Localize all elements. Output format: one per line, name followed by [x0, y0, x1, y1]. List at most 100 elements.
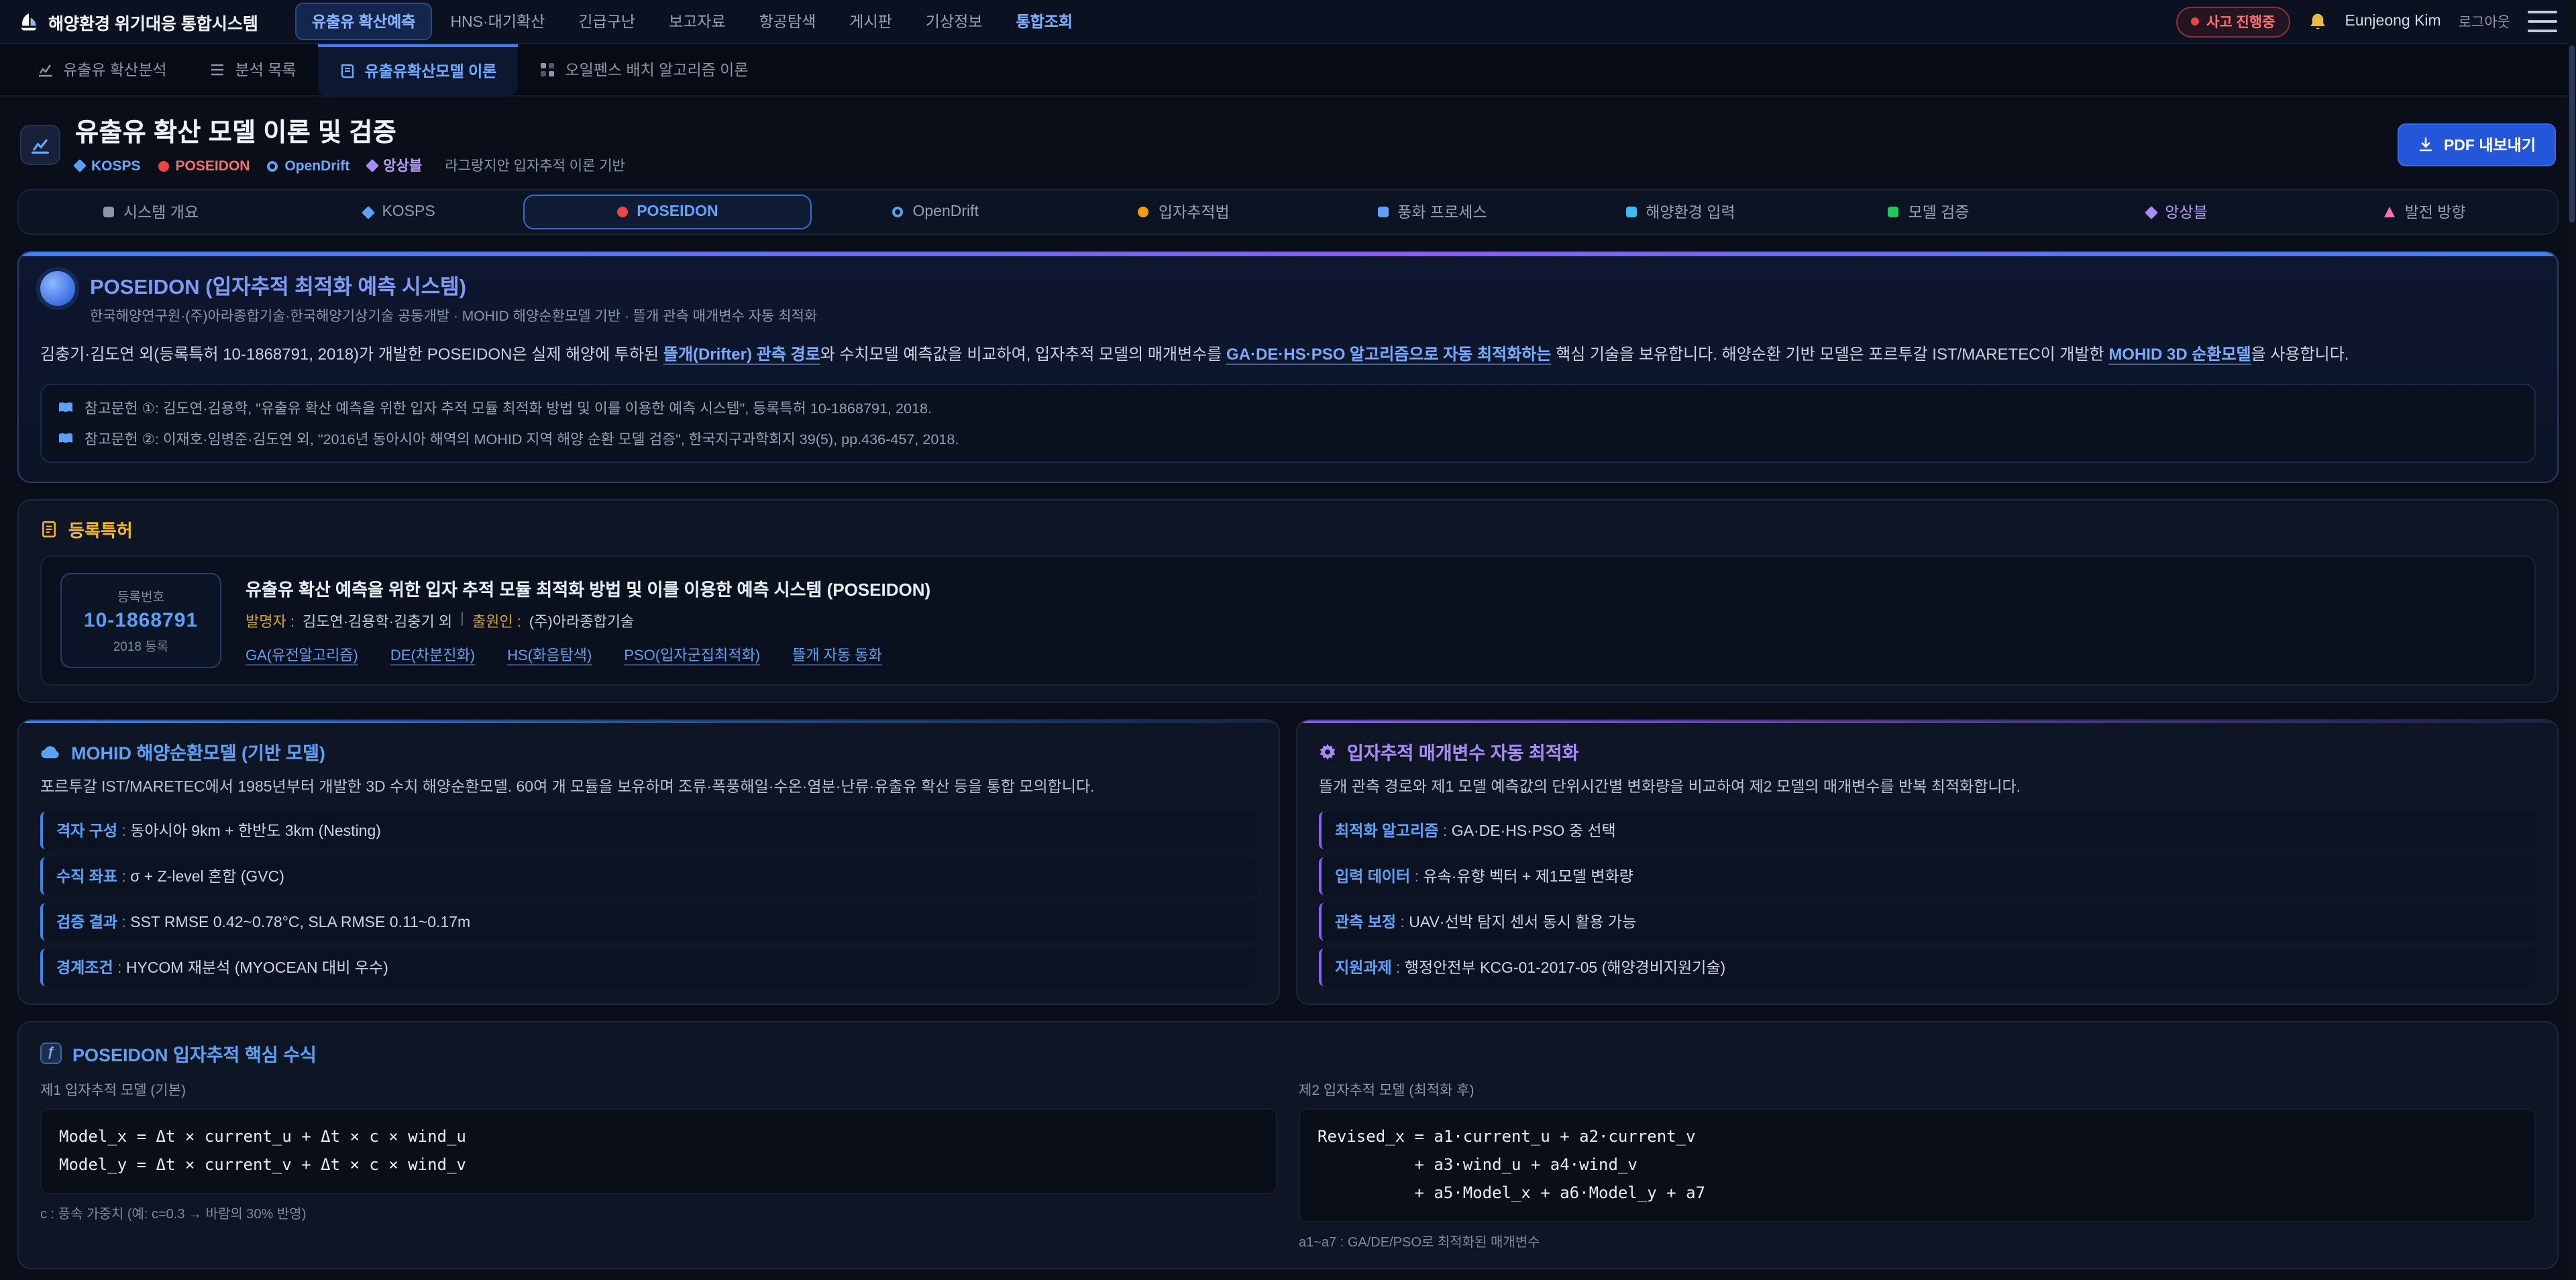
bell-icon[interactable]: [2308, 11, 2328, 32]
incident-status-badge[interactable]: 사고 진행중: [2176, 6, 2290, 37]
section-tab-overview[interactable]: 시스템 개요: [27, 191, 275, 233]
optimization-spec-list: 최적화 알고리즘GA·DE·HS·PSO 중 선택 입력 데이터유속·유향 벡터…: [1319, 812, 2536, 986]
tag-hs[interactable]: HS(화음탐색): [507, 645, 592, 666]
reference-item: 참고문헌 ②: 이재호·임병준·김도연 외, "2016년 동아시아 해역의 M…: [58, 429, 2518, 450]
badge-row: KOSPS POSEIDON OpenDrift 앙상블 라그랑지안 입자추적 …: [75, 156, 625, 176]
formula-title: POSEIDON 입자추적 핵심 수식: [72, 1040, 317, 1067]
opendrift-ring-icon: [893, 207, 904, 217]
section-tab-ocean-input[interactable]: 해양환경 입력: [1556, 191, 1805, 233]
reference-text: 참고문헌 ①: 김도연·김용학, "유출유 확산 예측을 위한 입자 추적 모듈…: [85, 398, 932, 419]
section-tab-poseidon[interactable]: POSEIDON: [523, 195, 812, 229]
ocean-input-icon: [1625, 207, 1636, 217]
page-title: 유출유 확산 모델 이론 및 검증: [75, 113, 625, 149]
book-icon: [58, 431, 74, 447]
section-tab-ensemble[interactable]: 앙상블: [2053, 191, 2301, 233]
formula-model1-label: 제1 입자추적 모델 (기본): [40, 1080, 1277, 1100]
patent-meta: 발명자 : 김도연·김용학·김충기 외 | 출원인 : (주)아라종합기술: [246, 611, 930, 633]
highlight-optimization-algorithms: GA·DE·HS·PSO 알고리즘으로 자동 최적화하는: [1226, 345, 1551, 364]
tab-oilfence-algorithm-theory[interactable]: 오일펜스 배치 알고리즘 이론: [518, 44, 769, 95]
badge-ensemble: 앙상블: [367, 156, 422, 176]
main-content: 유출유 확산 모델 이론 및 검증 KOSPS POSEIDON OpenDri…: [0, 113, 2576, 1280]
section-tab-validation[interactable]: 모델 검증: [1805, 191, 2053, 233]
registration-label: 등록번호: [70, 587, 212, 606]
scrollbar-thumb[interactable]: [2569, 46, 2575, 223]
inventors: 김도연·김용학·김충기 외: [303, 611, 452, 633]
app-viewport: 해양환경 위기대응 통합시스템 유출유 확산예측 HNS·대기확산 긴급구난 보…: [0, 0, 2576, 1280]
topbar-right: 사고 진행중 Eunjeong Kim 로그아웃: [2176, 6, 2557, 37]
user-name: Eunjeong Kim: [2345, 13, 2441, 30]
nav-item-board[interactable]: 게시판: [835, 4, 907, 39]
spec-row-observation: 관측 보정UAV·선박 탐지 센서 동시 활용 가능: [1319, 903, 2536, 941]
scrollbar[interactable]: [2568, 0, 2576, 1280]
applicant: (주)아라종합기술: [529, 611, 634, 633]
poseidon-header: POSEIDON (입자추적 최적화 예측 시스템) 한국해양연구원·(주)아라…: [40, 271, 2536, 326]
section-tab-future[interactable]: 발전 방향: [2301, 191, 2549, 233]
badge-opendrift: OpenDrift: [267, 158, 350, 174]
highlight-drifter-path: 뜰개(Drifter) 관측 경로: [663, 345, 820, 364]
section-tab-kosps[interactable]: KOSPS: [275, 191, 523, 233]
nav-item-hns-atmosphere[interactable]: HNS·대기확산: [435, 4, 559, 39]
spec-row-grid: 격자 구성동아시아 9km + 한반도 3km (Nesting): [40, 812, 1257, 849]
badge-poseidon: POSEIDON: [158, 158, 250, 174]
mohid-description: 포르투갈 IST/MARETEC에서 1985년부터 개발한 3D 수치 해양순…: [40, 776, 1257, 801]
download-icon: [2418, 136, 2434, 152]
spec-row-algorithm: 최적화 알고리즘GA·DE·HS·PSO 중 선택: [1319, 812, 2536, 849]
pdf-button-label: PDF 내보내기: [2444, 134, 2536, 155]
spec-row-validation: 검증 결과SST RMSE 0.42~0.78°C, SLA RMSE 0.11…: [40, 903, 1257, 941]
nav-item-aerial-search[interactable]: 항공탐색: [745, 4, 831, 39]
cloud-icon: [40, 745, 60, 759]
patent-details: 유출유 확산 예측을 위한 입자 추적 모듈 최적화 방법 및 이를 이용한 예…: [246, 576, 930, 666]
optimization-description: 뜰개 관측 경로와 제1 모델 예측값의 단위시간별 변화량을 비교하여 제2 …: [1319, 776, 2536, 801]
blue-ring-icon: [267, 160, 278, 171]
patent-section: 등록특허 등록번호 10-1868791 2018 등록 유출유 확산 예측을 …: [17, 500, 2559, 704]
patent-section-header: 등록특허: [40, 517, 2536, 543]
tag-ga[interactable]: GA(유전알고리즘): [246, 645, 358, 666]
overview-icon: [103, 207, 114, 217]
book-icon: [339, 63, 356, 79]
tag-pso[interactable]: PSO(입자군집최적화): [624, 645, 760, 666]
nav-item-oil-spill-prediction[interactable]: 유출유 확산예측: [296, 3, 432, 40]
spec-row-support: 지원과제행정안전부 KCG-01-2017-05 (해양경비지원기술): [1319, 949, 2536, 986]
logo-text: 해양환경 위기대응 통합시스템: [48, 9, 258, 34]
kosps-diamond-icon: [362, 205, 375, 219]
tab-model-theory[interactable]: 유출유확산모델 이론: [318, 44, 519, 95]
formula-header: ƒ POSEIDON 입자추적 핵심 수식: [40, 1040, 2536, 1067]
optimization-header: 입자추적 매개변수 자동 최적화: [1319, 739, 2536, 765]
spec-row-input-data: 입력 데이터유속·유향 벡터 + 제1모델 변화량: [1319, 857, 2536, 895]
mohid-spec-list: 격자 구성동아시아 9km + 한반도 3km (Nesting) 수직 좌표σ…: [40, 812, 1257, 986]
pdf-export-button[interactable]: PDF 내보내기: [2398, 123, 2556, 166]
formula-grid: 제1 입자추적 모델 (기본) Model_x = Δt × current_u…: [40, 1080, 2536, 1250]
nav-item-emergency-rescue[interactable]: 긴급구난: [564, 4, 650, 39]
nav-item-integrated-search[interactable]: 통합조회: [1001, 4, 1087, 39]
sub-tabbar: 유출유 확산분석 분석 목록 유출유확산모델 이론 오일펜스 배치 알고리즘 이…: [0, 44, 2576, 97]
list-icon: [210, 62, 226, 78]
poseidon-subtitle: 한국해양연구원·(주)아라종합기술·한국해양기상기술 공동개발 · MOHID …: [90, 306, 817, 326]
app-logo: 해양환경 위기대응 통합시스템: [19, 9, 258, 34]
weathering-icon: [1377, 207, 1388, 217]
parameter-optimization-card: 입자추적 매개변수 자동 최적화 뜰개 관측 경로와 제1 모델 예측값의 단위…: [1296, 720, 2559, 1005]
sailboat-logo-icon: [19, 11, 39, 32]
tab-analysis-list[interactable]: 분석 목록: [189, 44, 318, 95]
logout-button[interactable]: 로그아웃: [2459, 11, 2510, 32]
tab-label: 분석 목록: [235, 59, 297, 81]
main-navigation: 유출유 확산예측 HNS·대기확산 긴급구난 보고자료 항공탐색 게시판 기상정…: [296, 3, 1087, 40]
formula-model2-label: 제2 입자추적 모델 (최적화 후): [1299, 1080, 2536, 1100]
section-tab-opendrift[interactable]: OpenDrift: [812, 191, 1060, 233]
validation-check-icon: [1888, 207, 1898, 217]
menu-icon[interactable]: [2528, 11, 2557, 32]
inventor-label: 발명자 :: [246, 611, 294, 633]
formula-model2-caption: a1~a7 : GA/DE/PSO로 최적화된 매개변수: [1299, 1230, 2536, 1250]
tab-diffusion-analysis[interactable]: 유출유 확산분석: [16, 44, 189, 95]
tag-drifter-assimilation[interactable]: 뜰개 자동 동화: [792, 645, 882, 666]
separator: |: [460, 611, 464, 633]
nav-item-weather[interactable]: 기상정보: [911, 4, 998, 39]
section-tab-weathering[interactable]: 풍화 프로세스: [1308, 191, 1556, 233]
mohid-title: MOHID 해양순환모델 (기반 모델): [71, 739, 325, 765]
reference-item: 참고문헌 ①: 김도연·김용학, "유출유 확산 예측을 위한 입자 추적 모듈…: [58, 398, 2518, 419]
nav-item-reports[interactable]: 보고자료: [654, 4, 741, 39]
section-tab-particle-tracking[interactable]: 입자추적법: [1060, 191, 1308, 233]
doc-chart-icon: [30, 134, 51, 155]
tag-de[interactable]: DE(차분진화): [390, 645, 475, 666]
reference-text: 참고문헌 ②: 이재호·임병준·김도연 외, "2016년 동아시아 해역의 M…: [85, 429, 959, 450]
poseidon-description: 김충기·김도연 외(등록특허 10-1868791, 2018)가 개발한 PO…: [40, 341, 2536, 368]
